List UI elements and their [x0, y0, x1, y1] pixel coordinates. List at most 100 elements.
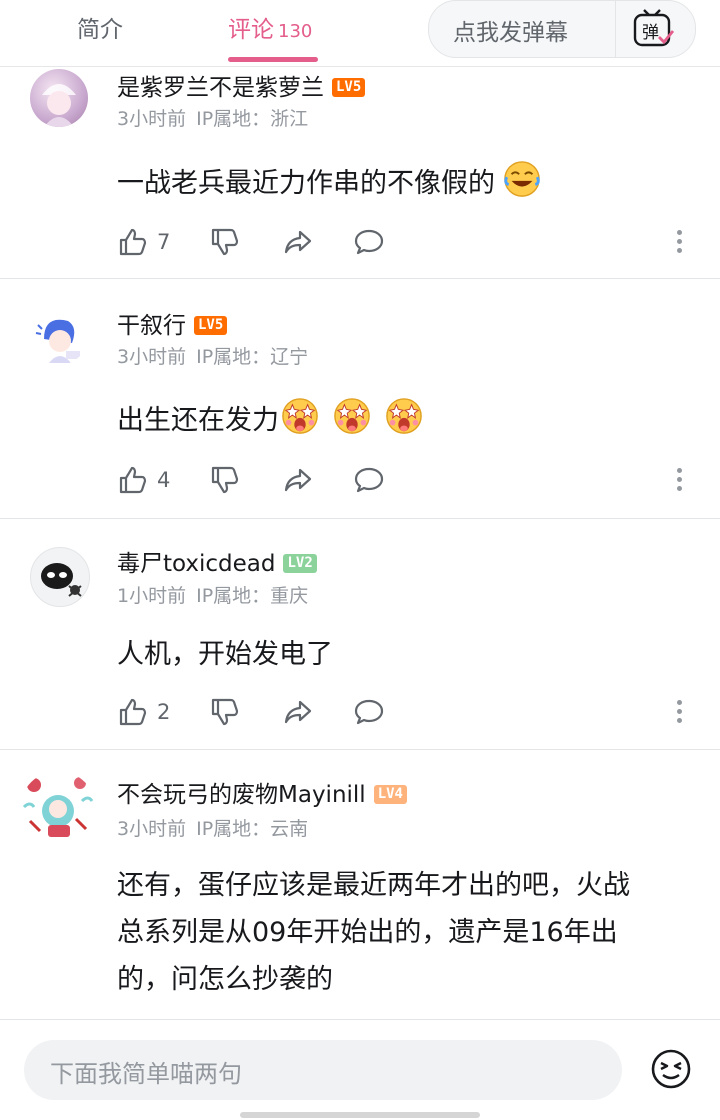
divider [615, 1, 616, 57]
reply-button[interactable] [353, 462, 385, 498]
starry-eyes-emoji-icon [281, 397, 319, 435]
ip-location: IP属地：浙江 [196, 108, 309, 130]
tab-intro[interactable]: 简介 [77, 10, 123, 44]
username[interactable]: 不会玩弓的废物Mayinill LV4 [117, 775, 407, 809]
tab-comments[interactable]: 评论 130 [228, 10, 312, 44]
comment-count: 130 [278, 21, 313, 42]
username-text: 不会玩弓的废物Mayinill [117, 782, 366, 808]
level-badge: LV5 [194, 316, 228, 335]
danmaku-input[interactable]: 点我发弹幕 [453, 13, 568, 47]
level-badge: LV5 [332, 78, 366, 97]
emoji-icon [651, 1049, 691, 1089]
reply-icon [353, 696, 385, 728]
avatar[interactable] [30, 307, 88, 365]
comment-text-content: 出生还在发力 [117, 405, 279, 436]
like-count: 7 [157, 230, 171, 254]
comment-text-content: 一战老兵最近力作串的不像假的 [117, 168, 495, 199]
tab-comments-label: 评论 [228, 17, 274, 43]
comment-meta: 3小时前 IP属地：浙江 [117, 104, 318, 131]
ip-location: IP属地：辽宁 [196, 346, 309, 368]
danmaku-toggle-button[interactable]: 弹 [629, 7, 677, 51]
reply-icon [353, 464, 385, 496]
username[interactable]: 是紫罗兰不是紫萝兰 LV5 [117, 68, 366, 102]
like-icon [117, 464, 149, 496]
more-options-button[interactable] [673, 226, 685, 258]
more-icon [676, 700, 682, 705]
share-icon [282, 226, 314, 258]
starry-eyes-emoji-icon [333, 397, 371, 435]
dislike-icon [209, 464, 241, 496]
comment-actions: 2 [117, 694, 697, 730]
more-icon [676, 468, 682, 473]
danmaku-icon: 弹 [633, 9, 675, 47]
avatar[interactable] [30, 547, 90, 607]
comment-time: 3小时前 [117, 346, 187, 368]
comment-text-line: 总系列是从09年开始出的，遗产是16年出 [117, 917, 618, 948]
comment-meta: 3小时前 IP属地：辽宁 [117, 342, 318, 369]
starry-eyes-emoji-icon [385, 397, 423, 435]
emoji-button[interactable] [650, 1048, 692, 1090]
dislike-icon [209, 696, 241, 728]
comment-item: 是紫罗兰不是紫萝兰 LV5 3小时前 IP属地：浙江 一战老兵最近力作串的不像假的 … [0, 66, 720, 279]
username[interactable]: 毒尸toxicdead LV2 [117, 544, 317, 578]
avatar[interactable] [30, 69, 88, 127]
comment-text-line: 还有，蛋仔应该是最近两年才出的吧，火战 [117, 870, 630, 901]
comment-item: 毒尸toxicdead LV2 1小时前 IP属地：重庆 人机，开始发电了 2 [0, 519, 720, 750]
reply-input[interactable]: 下面我简单喵两句 [24, 1040, 622, 1100]
reply-button[interactable] [353, 694, 385, 730]
comment-text: 出生还在发力 [117, 397, 697, 444]
dislike-icon [209, 226, 241, 258]
danmaku-toggle-label: 弹 [642, 23, 659, 43]
comment-item: 不会玩弓的废物Mayinill LV4 3小时前 IP属地：云南 还有，蛋仔应该是最… [0, 750, 720, 1019]
home-indicator [240, 1112, 480, 1118]
more-options-button[interactable] [673, 464, 685, 496]
like-count: 4 [157, 468, 171, 492]
active-tab-indicator [228, 57, 318, 62]
reply-button[interactable] [353, 224, 385, 260]
comment-text-content: 人机，开始发电了 [117, 639, 333, 670]
like-icon [117, 696, 149, 728]
comment-text: 一战老兵最近力作串的不像假的 [117, 160, 697, 207]
share-button[interactable] [282, 694, 314, 730]
dislike-button[interactable] [209, 694, 241, 730]
comment-meta: 3小时前 IP属地：云南 [117, 814, 318, 841]
comment-time: 1小时前 [117, 585, 187, 607]
dislike-button[interactable] [209, 462, 241, 498]
share-icon [282, 696, 314, 728]
username-text: 毒尸toxicdead [117, 551, 276, 577]
username-text: 干叙行 [117, 313, 186, 339]
ip-location: IP属地：重庆 [196, 585, 309, 607]
more-icon [676, 230, 682, 235]
comment-item: 干叙行 LV5 3小时前 IP属地：辽宁 出生还在发力 4 [0, 279, 720, 519]
reply-bar: 下面我简单喵两句 [0, 1019, 720, 1120]
reply-icon [353, 226, 385, 258]
ip-location: IP属地：云南 [196, 818, 309, 840]
comment-text: 人机，开始发电了 [117, 631, 697, 678]
like-button[interactable]: 4 [117, 462, 170, 498]
username[interactable]: 干叙行 LV5 [117, 306, 228, 340]
comment-time: 3小时前 [117, 108, 187, 130]
comment-actions: 4 [117, 462, 697, 498]
reply-placeholder: 下面我简单喵两句 [50, 1060, 242, 1088]
more-options-button[interactable] [673, 696, 685, 728]
like-icon [117, 226, 149, 258]
comment-meta: 1小时前 IP属地：重庆 [117, 581, 318, 608]
username-text: 是紫罗兰不是紫萝兰 [117, 75, 324, 101]
laughing-emoji-icon [503, 160, 541, 198]
top-tab-bar: 简介 评论 130 点我发弹幕 弹 [0, 0, 720, 67]
like-button[interactable]: 2 [117, 694, 170, 730]
like-count: 2 [157, 700, 171, 724]
danmaku-bar: 点我发弹幕 弹 [428, 0, 696, 58]
share-button[interactable] [282, 462, 314, 498]
comment-actions: 7 [117, 224, 697, 260]
comment-text: 还有，蛋仔应该是最近两年才出的吧，火战 总系列是从09年开始出的，遗产是16年出… [117, 862, 697, 1003]
avatar[interactable] [20, 771, 96, 847]
like-button[interactable]: 7 [117, 224, 170, 260]
comment-time: 3小时前 [117, 818, 187, 840]
share-icon [282, 464, 314, 496]
share-button[interactable] [282, 224, 314, 260]
level-badge: LV2 [283, 554, 317, 573]
level-badge: LV4 [373, 785, 407, 804]
comment-text-line: 的，问怎么抄袭的 [117, 964, 333, 995]
dislike-button[interactable] [209, 224, 241, 260]
